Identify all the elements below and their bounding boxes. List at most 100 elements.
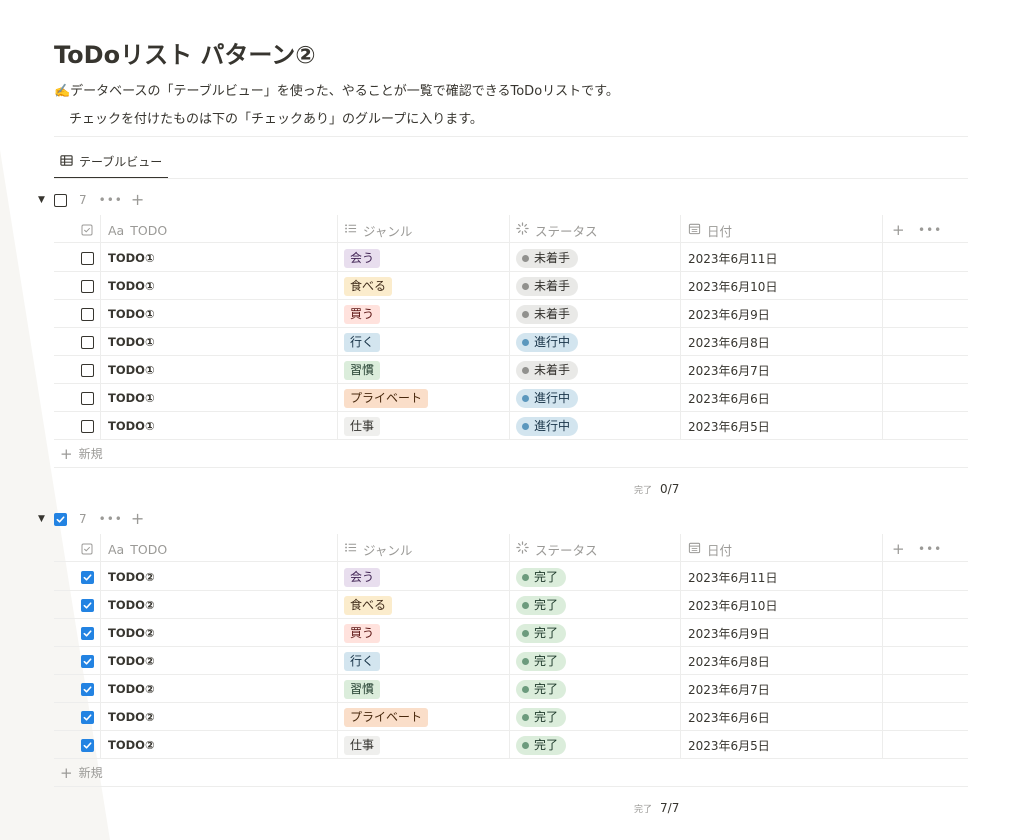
column-header-status[interactable]: ステータス: [516, 535, 686, 563]
group-count: 7: [79, 193, 87, 207]
date-cell[interactable]: 2023年6月5日: [688, 412, 878, 440]
column-header-genre[interactable]: ジャンル: [344, 216, 514, 244]
row-checkbox[interactable]: [54, 703, 100, 731]
date-cell[interactable]: 2023年6月7日: [688, 356, 878, 384]
genre-cell[interactable]: 会う: [344, 563, 514, 591]
todo-title[interactable]: TODO②: [108, 731, 338, 759]
row-checkbox[interactable]: [54, 619, 100, 647]
column-header-todo[interactable]: Aa TODO: [108, 216, 338, 244]
todo-title[interactable]: TODO②: [108, 563, 338, 591]
group-add-icon[interactable]: +: [131, 192, 144, 208]
genre-cell[interactable]: 食べる: [344, 272, 514, 300]
collapse-toggle-icon[interactable]: ▼: [38, 195, 54, 205]
status-cell[interactable]: 進行中: [516, 328, 686, 356]
genre-cell[interactable]: 習慣: [344, 356, 514, 384]
column-header-date[interactable]: 日付: [688, 216, 878, 244]
status-dot-icon: [522, 741, 529, 749]
row-checkbox[interactable]: [54, 647, 100, 675]
status-cell[interactable]: 進行中: [516, 412, 686, 440]
todo-title[interactable]: TODO②: [108, 703, 338, 731]
date-cell[interactable]: 2023年6月9日: [688, 619, 878, 647]
genre-cell[interactable]: プライベート: [344, 703, 514, 731]
genre-tag: 習慣: [344, 679, 381, 699]
row-checkbox[interactable]: [54, 356, 100, 384]
todo-title[interactable]: TODO②: [108, 619, 338, 647]
todo-title[interactable]: TODO②: [108, 675, 338, 703]
row-checkbox[interactable]: [54, 300, 100, 328]
column-header-date[interactable]: 日付: [688, 535, 878, 563]
status-cell[interactable]: 未着手: [516, 300, 686, 328]
add-property-icon[interactable]: +: [892, 535, 908, 563]
table-row: TODO② 行く 完了 2023年6月8日: [54, 647, 968, 675]
calculation-summary[interactable]: 完了 7/7: [634, 798, 679, 818]
genre-cell[interactable]: 行く: [344, 647, 514, 675]
todo-title[interactable]: TODO②: [108, 647, 338, 675]
view-options-icon[interactable]: •••: [918, 216, 941, 244]
row-checkbox[interactable]: [54, 244, 100, 272]
date-cell[interactable]: 2023年6月10日: [688, 272, 878, 300]
column-header-genre[interactable]: ジャンル: [344, 535, 514, 563]
genre-cell[interactable]: 買う: [344, 619, 514, 647]
row-checkbox[interactable]: [54, 384, 100, 412]
todo-title[interactable]: TODO①: [108, 328, 338, 356]
date-cell[interactable]: 2023年6月8日: [688, 647, 878, 675]
todo-title[interactable]: TODO①: [108, 272, 338, 300]
date-cell[interactable]: 2023年6月7日: [688, 675, 878, 703]
tab-table-view[interactable]: テーブルビュー: [54, 146, 168, 179]
date-cell[interactable]: 2023年6月11日: [688, 244, 878, 272]
date-cell[interactable]: 2023年6月9日: [688, 300, 878, 328]
calendar-icon: [688, 222, 701, 238]
add-property-icon[interactable]: +: [892, 216, 908, 244]
group-more-icon[interactable]: •••: [99, 512, 123, 526]
genre-cell[interactable]: 会う: [344, 244, 514, 272]
column-header-todo[interactable]: Aa TODO: [108, 535, 338, 563]
status-cell[interactable]: 完了: [516, 731, 686, 759]
status-cell[interactable]: 完了: [516, 647, 686, 675]
view-options-icon[interactable]: •••: [918, 535, 941, 563]
row-checkbox[interactable]: [54, 591, 100, 619]
date-cell[interactable]: 2023年6月5日: [688, 731, 878, 759]
collapse-toggle-icon[interactable]: ▼: [38, 514, 54, 524]
date-cell[interactable]: 2023年6月8日: [688, 328, 878, 356]
genre-cell[interactable]: 食べる: [344, 591, 514, 619]
row-checkbox[interactable]: [54, 412, 100, 440]
genre-cell[interactable]: 仕事: [344, 412, 514, 440]
todo-title[interactable]: TODO①: [108, 300, 338, 328]
genre-cell[interactable]: 習慣: [344, 675, 514, 703]
row-checkbox[interactable]: [54, 272, 100, 300]
status-cell[interactable]: 未着手: [516, 356, 686, 384]
row-checkbox[interactable]: [54, 731, 100, 759]
column-header-status[interactable]: ステータス: [516, 216, 686, 244]
date-cell[interactable]: 2023年6月6日: [688, 384, 878, 412]
status-cell[interactable]: 完了: [516, 703, 686, 731]
genre-cell[interactable]: プライベート: [344, 384, 514, 412]
genre-cell[interactable]: 買う: [344, 300, 514, 328]
status-cell[interactable]: 完了: [516, 563, 686, 591]
status-cell[interactable]: 未着手: [516, 244, 686, 272]
todo-title[interactable]: TODO①: [108, 244, 338, 272]
genre-cell[interactable]: 仕事: [344, 731, 514, 759]
todo-title[interactable]: TODO②: [108, 591, 338, 619]
table-header-row: Aa TODO ジャンル ステータス 日付 + •••: [54, 215, 968, 243]
group-add-icon[interactable]: +: [131, 511, 144, 527]
row-checkbox[interactable]: [54, 328, 100, 356]
status-cell[interactable]: 完了: [516, 675, 686, 703]
status-cell[interactable]: 進行中: [516, 384, 686, 412]
add-new-row-button[interactable]: + 新規: [54, 759, 968, 787]
date-cell[interactable]: 2023年6月10日: [688, 591, 878, 619]
checkbox-column-icon: [54, 216, 100, 244]
status-cell[interactable]: 完了: [516, 619, 686, 647]
date-cell[interactable]: 2023年6月6日: [688, 703, 878, 731]
group-more-icon[interactable]: •••: [99, 193, 123, 207]
status-cell[interactable]: 未着手: [516, 272, 686, 300]
todo-title[interactable]: TODO①: [108, 356, 338, 384]
genre-cell[interactable]: 行く: [344, 328, 514, 356]
calculation-summary[interactable]: 完了 0/7: [634, 479, 679, 499]
date-cell[interactable]: 2023年6月11日: [688, 563, 878, 591]
todo-title[interactable]: TODO①: [108, 384, 338, 412]
row-checkbox[interactable]: [54, 563, 100, 591]
status-cell[interactable]: 完了: [516, 591, 686, 619]
row-checkbox[interactable]: [54, 675, 100, 703]
add-new-row-button[interactable]: + 新規: [54, 440, 968, 468]
todo-title[interactable]: TODO①: [108, 412, 338, 440]
